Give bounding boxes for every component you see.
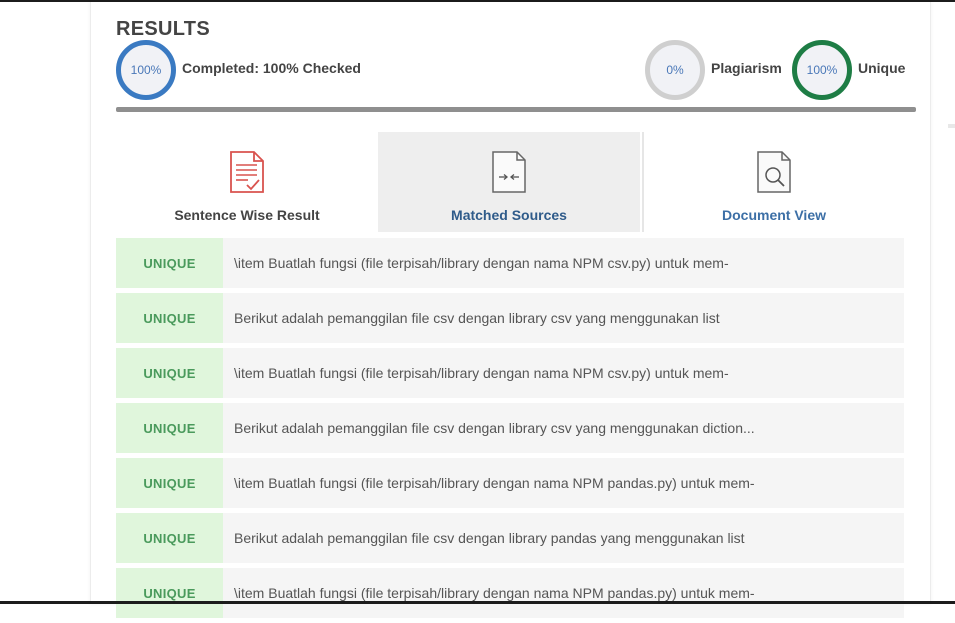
sentence-text: \item Buatlah fungsi (file terpisah/libr… xyxy=(234,585,755,601)
tab-document-view[interactable]: Document View xyxy=(644,132,904,232)
plagiarism-circle: 0% xyxy=(645,40,705,100)
completed-percent: 100% xyxy=(130,63,162,77)
completed-label: Completed: 100% Checked xyxy=(182,60,361,76)
result-row[interactable]: UNIQUE Berikut adalah pemanggilan file c… xyxy=(116,513,904,563)
tab-matched-sources[interactable]: Matched Sources xyxy=(378,132,640,232)
result-row[interactable]: UNIQUE \item Buatlah fungsi (file terpis… xyxy=(116,568,904,618)
unique-badge: UNIQUE xyxy=(116,568,223,618)
result-row[interactable]: UNIQUE \item Buatlah fungsi (file terpis… xyxy=(116,348,904,398)
unique-badge: UNIQUE xyxy=(116,403,223,453)
document-search-icon xyxy=(757,151,791,193)
result-row[interactable]: UNIQUE Berikut adalah pemanggilan file c… xyxy=(116,293,904,343)
document-check-icon xyxy=(230,151,264,193)
unique-percent: 100% xyxy=(806,63,838,77)
sentence-text: Berikut adalah pemanggilan file csv deng… xyxy=(234,420,755,436)
sentence-text: \item Buatlah fungsi (file terpisah/libr… xyxy=(234,475,755,491)
result-row[interactable]: UNIQUE \item Buatlah fungsi (file terpis… xyxy=(116,238,904,288)
unique-badge: UNIQUE xyxy=(116,458,223,508)
unique-badge: UNIQUE xyxy=(116,348,223,398)
check-progress-bar xyxy=(116,107,916,112)
result-view-tabs: Sentence Wise Result Matched Sources Doc… xyxy=(116,132,904,232)
tab-sentence-wise-result[interactable]: Sentence Wise Result xyxy=(116,132,378,232)
tab-label: Sentence Wise Result xyxy=(174,207,320,223)
sentence-text: \item Buatlah fungsi (file terpisah/libr… xyxy=(234,255,729,271)
completed-progress-circle: 100% xyxy=(116,40,176,100)
result-row[interactable]: UNIQUE Berikut adalah pemanggilan file c… xyxy=(116,403,904,453)
sentence-text: \item Buatlah fungsi (file terpisah/libr… xyxy=(234,365,729,381)
sentence-results-list: UNIQUE \item Buatlah fungsi (file terpis… xyxy=(116,238,904,623)
unique-badge: UNIQUE xyxy=(116,238,223,288)
plagiarism-percent: 0% xyxy=(666,63,684,77)
check-progress-fill xyxy=(116,107,916,112)
result-row[interactable]: UNIQUE \item Buatlah fungsi (file terpis… xyxy=(116,458,904,508)
sentence-text: Berikut adalah pemanggilan file csv deng… xyxy=(234,310,720,326)
plagiarism-label: Plagiarism xyxy=(711,60,782,76)
unique-circle: 100% xyxy=(792,40,852,100)
unique-badge: UNIQUE xyxy=(116,293,223,343)
unique-badge: UNIQUE xyxy=(116,513,223,563)
sentence-text: Berikut adalah pemanggilan file csv deng… xyxy=(234,530,745,546)
tab-label: Document View xyxy=(722,207,826,223)
results-panel: RESULTS 100% Completed: 100% Checked 0% … xyxy=(90,2,931,618)
tab-label: Matched Sources xyxy=(451,207,567,223)
unique-label: Unique xyxy=(858,60,906,76)
right-edge-divider xyxy=(948,124,955,128)
document-compare-icon xyxy=(492,151,526,193)
results-title: RESULTS xyxy=(116,18,210,40)
